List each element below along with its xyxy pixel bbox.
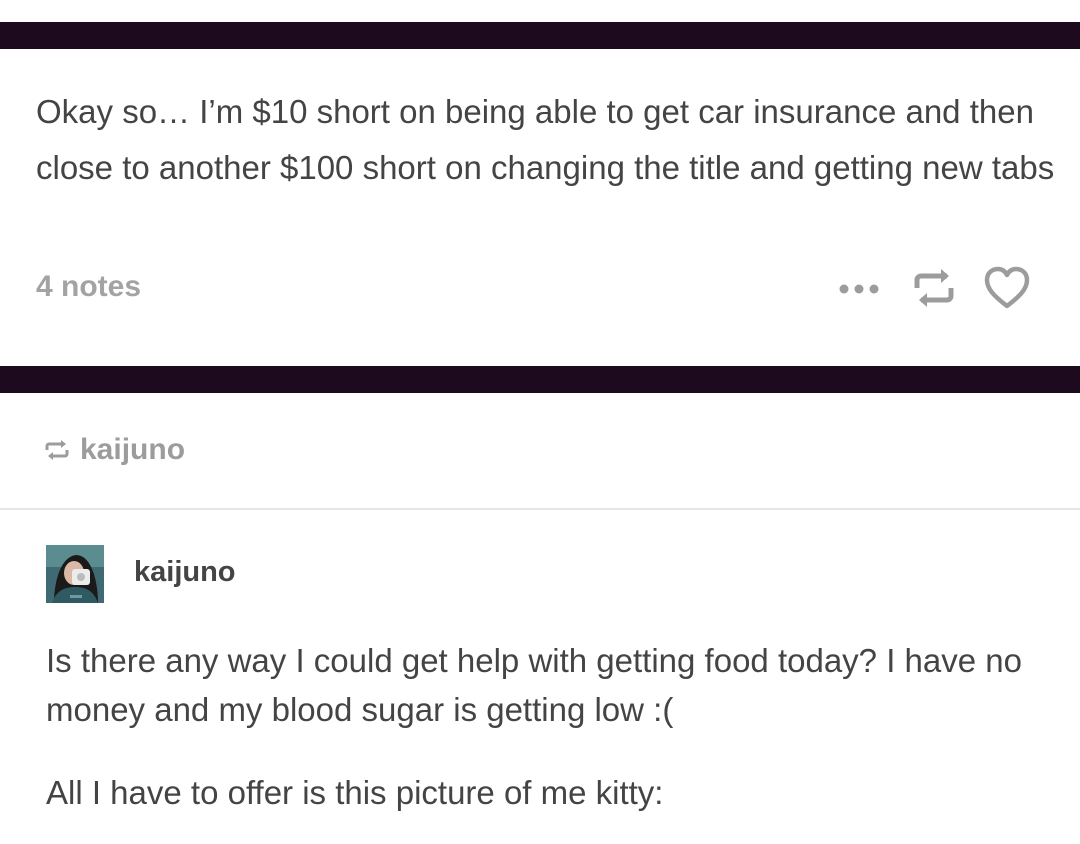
- reblog-small-icon: [44, 438, 70, 462]
- post-divider-middle: [0, 366, 1080, 393]
- user-avatar[interactable]: [46, 545, 104, 603]
- post-divider-top: [0, 22, 1080, 49]
- more-dots-icon[interactable]: [838, 282, 882, 296]
- author-username[interactable]: kaijuno: [134, 553, 236, 591]
- heart-icon[interactable]: [984, 266, 1030, 310]
- reblog-paragraph-2: All I have to offer is this picture of m…: [46, 774, 664, 811]
- post-body-text: Okay so… I’m $10 short on being able to …: [36, 93, 1055, 186]
- section-separator: [0, 508, 1080, 510]
- notes-count[interactable]: 4 notes: [36, 266, 141, 308]
- reblog-icon[interactable]: [911, 266, 957, 310]
- reblogged-from[interactable]: kaijuno: [44, 428, 185, 472]
- reblogged-from-username: kaijuno: [80, 433, 186, 466]
- reblog-paragraph-1: Is there any way I could get help with g…: [46, 642, 1022, 728]
